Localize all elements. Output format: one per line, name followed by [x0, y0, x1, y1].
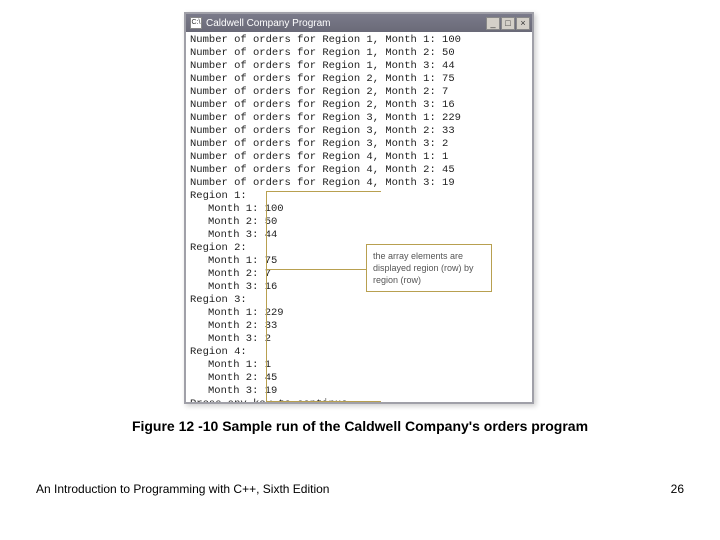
region-month-line: Month 3: 44: [190, 229, 528, 242]
input-lines: Number of orders for Region 1, Month 1: …: [190, 34, 528, 190]
input-line: Number of orders for Region 2, Month 1: …: [190, 73, 528, 86]
region-month-line: Month 1: 100: [190, 203, 528, 216]
page-number: 26: [671, 482, 684, 496]
input-line: Number of orders for Region 4, Month 2: …: [190, 164, 528, 177]
annotation-connector-hline-top: [266, 191, 381, 192]
region-month-line: Month 3: 2: [190, 333, 528, 346]
region-month-line: Month 2: 45: [190, 372, 528, 385]
maximize-button[interactable]: □: [501, 17, 515, 30]
region-heading: Region 4:: [190, 346, 528, 359]
input-line: Number of orders for Region 1, Month 3: …: [190, 60, 528, 73]
input-line: Number of orders for Region 2, Month 3: …: [190, 99, 528, 112]
annotation-connector-hline-mid: [266, 269, 366, 270]
input-line: Number of orders for Region 3, Month 3: …: [190, 138, 528, 151]
minimize-button[interactable]: _: [486, 17, 500, 30]
window-buttons: _ □ ×: [486, 17, 530, 30]
app-icon: C:\: [190, 17, 202, 29]
book-title: An Introduction to Programming with C++,…: [36, 482, 329, 496]
figure-caption: Figure 12 -10 Sample run of the Caldwell…: [0, 418, 720, 434]
region-heading: Region 3:: [190, 294, 528, 307]
input-line: Number of orders for Region 2, Month 2: …: [190, 86, 528, 99]
annotation-connector-hline-bottom: [266, 401, 381, 402]
input-line: Number of orders for Region 4, Month 3: …: [190, 177, 528, 190]
input-line: Number of orders for Region 1, Month 1: …: [190, 34, 528, 47]
region-month-line: Month 1: 1: [190, 359, 528, 372]
input-line: Number of orders for Region 3, Month 2: …: [190, 125, 528, 138]
region-month-line: Month 3: 19: [190, 385, 528, 398]
annotation-text: the array elements are displayed region …: [373, 251, 474, 285]
input-line: Number of orders for Region 3, Month 1: …: [190, 112, 528, 125]
output-lines: Region 1:Month 1: 100Month 2: 50Month 3:…: [190, 190, 528, 398]
window-title: Caldwell Company Program: [206, 18, 486, 29]
input-line: Number of orders for Region 1, Month 2: …: [190, 47, 528, 60]
annotation-connector-vline: [266, 191, 267, 401]
console-body: Number of orders for Region 1, Month 1: …: [186, 32, 532, 402]
region-month-line: Month 2: 50: [190, 216, 528, 229]
console-window: C:\ Caldwell Company Program _ □ × Numbe…: [184, 12, 534, 404]
region-month-line: Month 2: 33: [190, 320, 528, 333]
annotation-callout: the array elements are displayed region …: [366, 244, 492, 292]
close-button[interactable]: ×: [516, 17, 530, 30]
input-line: Number of orders for Region 4, Month 1: …: [190, 151, 528, 164]
region-month-line: Month 1: 229: [190, 307, 528, 320]
titlebar[interactable]: C:\ Caldwell Company Program _ □ ×: [186, 14, 532, 32]
